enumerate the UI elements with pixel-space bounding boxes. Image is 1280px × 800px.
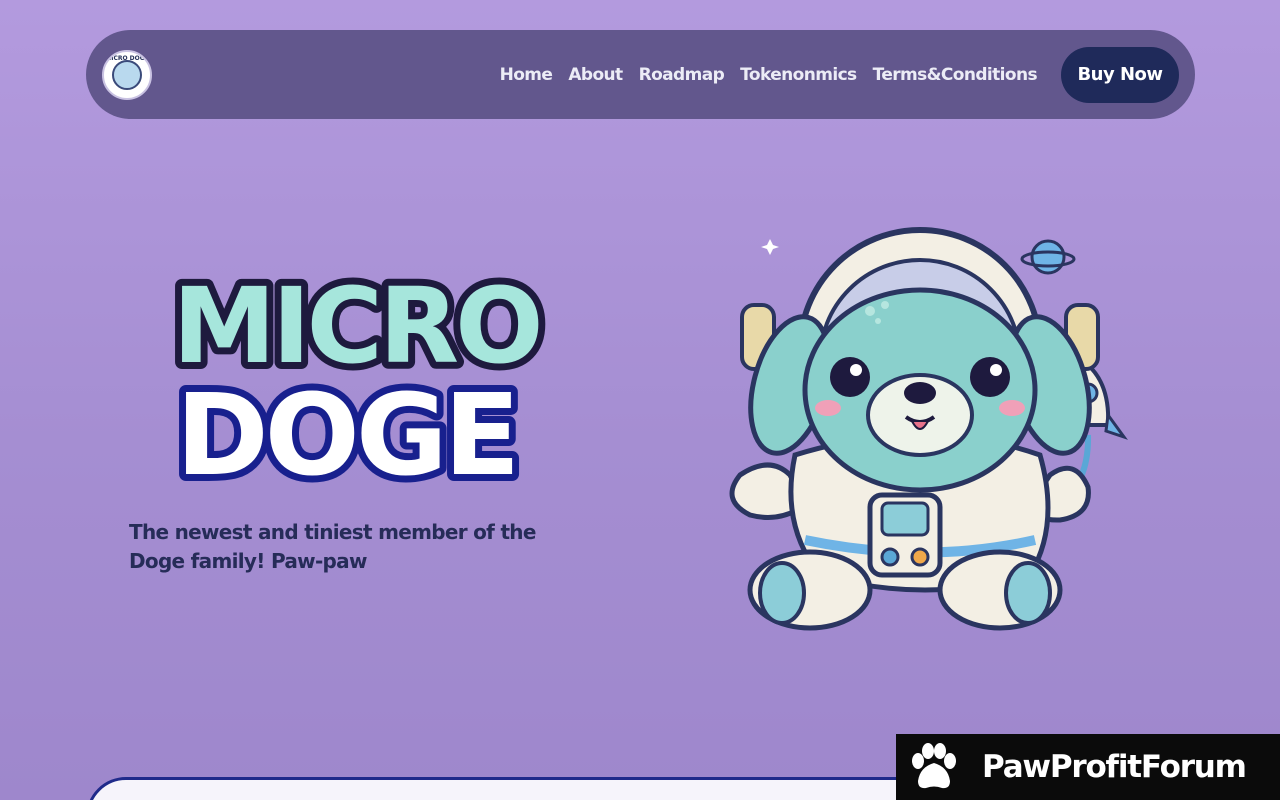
- logo-dog-icon: [112, 59, 142, 90]
- buy-now-button[interactable]: Buy Now: [1061, 46, 1179, 103]
- nav-roadmap[interactable]: Roadmap: [639, 65, 725, 85]
- paw-icon: [912, 743, 956, 789]
- nav-home[interactable]: Home: [500, 65, 553, 85]
- astronaut-doge-illustration: [710, 225, 1140, 645]
- brand-logo[interactable]: MICRO DOGE: [102, 49, 152, 100]
- logo-text: MICRO DOGE: [105, 54, 149, 62]
- nav-terms[interactable]: Terms&Conditions: [873, 65, 1038, 85]
- nav-tokenomics[interactable]: Tokenonmics: [740, 65, 857, 85]
- watermark-badge: PawProfitForum: [896, 734, 1280, 800]
- watermark-text: PawProfitForum: [982, 749, 1247, 785]
- navbar: MICRO DOGE Home About Roadmap Tokenonmic…: [86, 30, 1195, 119]
- hero-tagline: The newest and tiniest member of the Dog…: [129, 520, 536, 573]
- nav-links: Home About Roadmap Tokenonmics Terms&Con…: [500, 46, 1179, 103]
- title-line-doge: DOGE: [176, 371, 517, 501]
- hero-title: MICRO DOGE: [134, 262, 594, 512]
- title-line-micro: MICRO: [172, 265, 539, 387]
- nav-about[interactable]: About: [568, 65, 623, 85]
